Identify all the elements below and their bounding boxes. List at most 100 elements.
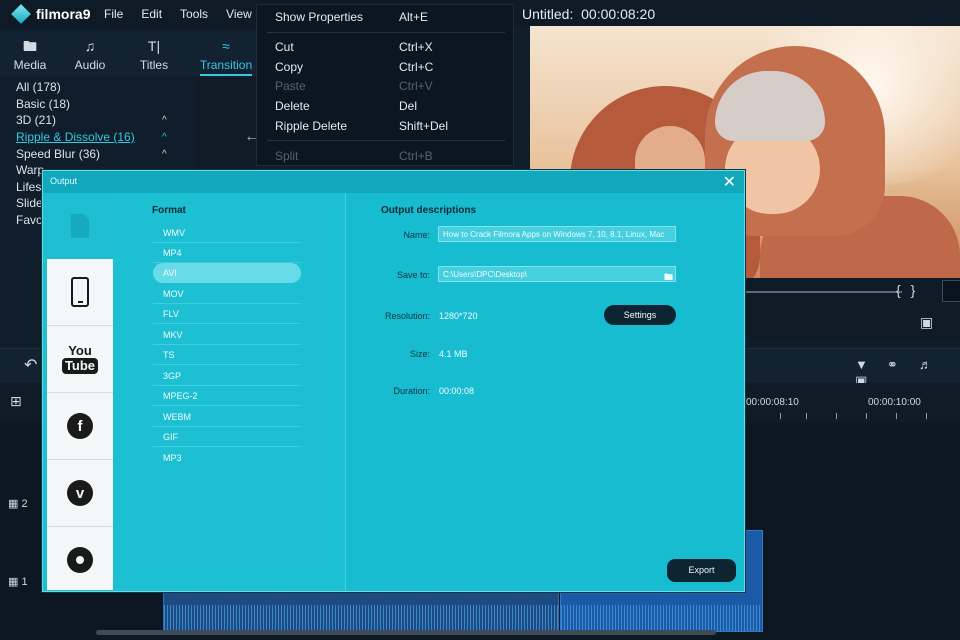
menu-tools[interactable]: Tools <box>180 7 208 21</box>
category-speed-blur[interactable]: Speed Blur (36) <box>16 147 100 161</box>
name-label: Name: <box>403 230 430 240</box>
target-vimeo[interactable]: v <box>47 460 113 526</box>
logo-text: filmora9 <box>36 6 91 22</box>
chevron-up-icon[interactable]: ^ <box>162 149 167 160</box>
save-to-input[interactable]: C:\Users\DPC\Desktop\ <box>438 266 676 282</box>
dialog-titlebar: Output ✕ <box>43 171 744 193</box>
menu-item-paste: Paste Ctrl+V <box>275 79 433 93</box>
category-warp[interactable]: Warp <box>16 163 44 177</box>
ruler-tick <box>926 413 927 419</box>
media-tabs: 🖿 Media ♫ Audio T| Titles ≈ Transition <box>0 30 256 76</box>
menu-item-split: Split Ctrl+B <box>275 149 433 163</box>
facebook-icon: f <box>67 413 93 439</box>
file-icon <box>71 214 89 238</box>
timeline-clip[interactable] <box>163 590 559 632</box>
format-option-mkv[interactable]: MKV <box>153 325 301 345</box>
folder-icon: 🖿 <box>23 38 37 54</box>
export-button[interactable]: Export <box>667 559 736 582</box>
ruler-tick <box>896 413 897 419</box>
fullscreen-button[interactable] <box>942 280 960 302</box>
playback-progress[interactable] <box>746 291 902 293</box>
mark-in-out-icon[interactable]: {} <box>896 282 925 298</box>
category-basic[interactable]: Basic (18) <box>16 97 70 111</box>
undo-icon[interactable]: ↶ <box>24 355 37 375</box>
menu-file[interactable]: File <box>104 7 123 21</box>
track-2-label: ▦ 2 <box>8 498 28 510</box>
target-device[interactable] <box>47 259 113 325</box>
target-dvd[interactable] <box>47 527 113 593</box>
format-option-ts[interactable]: TS <box>153 345 301 365</box>
menu-item-delete[interactable]: Delete Del <box>257 96 515 116</box>
category-favorites[interactable]: Favo <box>16 213 43 227</box>
microphone-icon[interactable]: ⚭ <box>887 357 919 373</box>
marker-icon[interactable]: ▼ <box>855 357 887 372</box>
chevron-up-icon[interactable]: ^ <box>162 132 167 143</box>
size-value: 4.1 MB <box>439 349 468 359</box>
close-icon[interactable]: ✕ <box>723 172 736 192</box>
chevron-up-icon[interactable]: ^ <box>162 115 167 126</box>
duration-value: 00:00:08 <box>439 386 475 396</box>
descriptions-heading: Output descriptions <box>381 205 476 216</box>
audio-waveform <box>561 605 762 631</box>
name-input[interactable]: How to Crack Filmora Apps on Windows 7, … <box>438 226 676 242</box>
menu-item-ripple-delete[interactable]: Ripple Delete Shift+Del <box>257 116 515 136</box>
snapshot-icon[interactable]: ▣ <box>920 314 933 331</box>
format-option-flv[interactable]: FLV <box>153 304 301 324</box>
ruler-tick <box>836 413 837 419</box>
settings-button[interactable]: Settings <box>604 305 676 325</box>
add-track-icon[interactable]: ⊞ <box>10 393 22 410</box>
category-all[interactable]: All (178) <box>16 80 61 94</box>
category-ripple-dissolve[interactable]: Ripple & Dissolve (16) <box>16 130 135 144</box>
menu-item-show-properties[interactable]: Show Properties Alt+E <box>257 7 515 27</box>
duration-label: Duration: <box>393 386 430 396</box>
output-descriptions: Output descriptions Name: How to Crack F… <box>346 193 744 590</box>
edit-menu-dropdown: Show Properties Alt+E Cut Ctrl+X Copy Ctrl+… <box>256 4 514 166</box>
menu-view[interactable]: View <box>226 7 252 21</box>
window-title: Untitled: 00:00:08:20 <box>522 6 656 22</box>
resolution-label: Resolution: <box>384 311 430 321</box>
youtube-icon: You Tube <box>61 344 99 374</box>
format-option-mp4[interactable]: MP4 <box>153 243 301 263</box>
menu-edit[interactable]: Edit <box>141 7 162 21</box>
audio-mixer-icon[interactable]: ♬ <box>919 357 951 372</box>
menu-separator <box>267 32 505 33</box>
timeline-scrollbar[interactable] <box>96 630 716 635</box>
menu-separator <box>267 140 505 141</box>
format-option-wmv[interactable]: WMV <box>153 223 301 243</box>
dvd-icon <box>67 547 93 573</box>
format-heading: Format <box>152 205 186 216</box>
vimeo-icon: v <box>67 480 93 506</box>
category-slide[interactable]: Slide <box>16 196 43 210</box>
format-option-webm[interactable]: WEBM <box>153 407 301 427</box>
size-label: Size: <box>409 349 430 359</box>
filmora-logo-icon <box>11 4 31 24</box>
tab-audio[interactable]: ♫ Audio <box>60 30 120 76</box>
ruler-tick <box>866 413 867 419</box>
music-note-icon: ♫ <box>84 38 96 54</box>
format-option-mpeg2[interactable]: MPEG-2 <box>153 386 301 406</box>
format-option-avi[interactable]: AVI <box>153 263 301 283</box>
tab-media[interactable]: 🖿 Media <box>0 30 60 76</box>
tab-transition[interactable]: ≈ Transition <box>196 30 256 76</box>
output-dialog: Output ✕ You Tube f v Format WMV MP4 AVI… <box>42 170 745 592</box>
format-option-mov[interactable]: MOV <box>153 284 301 304</box>
tab-titles[interactable]: T| Titles <box>124 30 184 76</box>
target-local-file[interactable] <box>47 193 123 259</box>
transition-icon: ≈ <box>222 38 230 54</box>
format-option-3gp[interactable]: 3GP <box>153 366 301 386</box>
target-youtube[interactable]: You Tube <box>47 326 113 392</box>
category-lifestyle[interactable]: Lifest <box>16 180 45 194</box>
ruler-time: 00:00:10:00 <box>868 397 921 408</box>
target-facebook[interactable]: f <box>47 393 113 459</box>
project-duration: 00:00:08:20 <box>581 6 656 22</box>
format-option-mp3[interactable]: MP3 <box>153 448 301 468</box>
format-option-gif[interactable]: GIF <box>153 427 301 447</box>
track-1-label: ▦ 1 <box>8 576 28 588</box>
ruler-tick <box>806 413 807 419</box>
audio-waveform <box>164 605 558 631</box>
category-3d[interactable]: 3D (21) <box>16 113 56 127</box>
output-target-sidebar: You Tube f v <box>47 193 123 593</box>
menu-item-cut[interactable]: Cut Ctrl+X <box>257 37 515 57</box>
menu-item-copy[interactable]: Copy Ctrl+C <box>257 57 515 77</box>
folder-icon[interactable]: 🖿 <box>664 270 673 286</box>
